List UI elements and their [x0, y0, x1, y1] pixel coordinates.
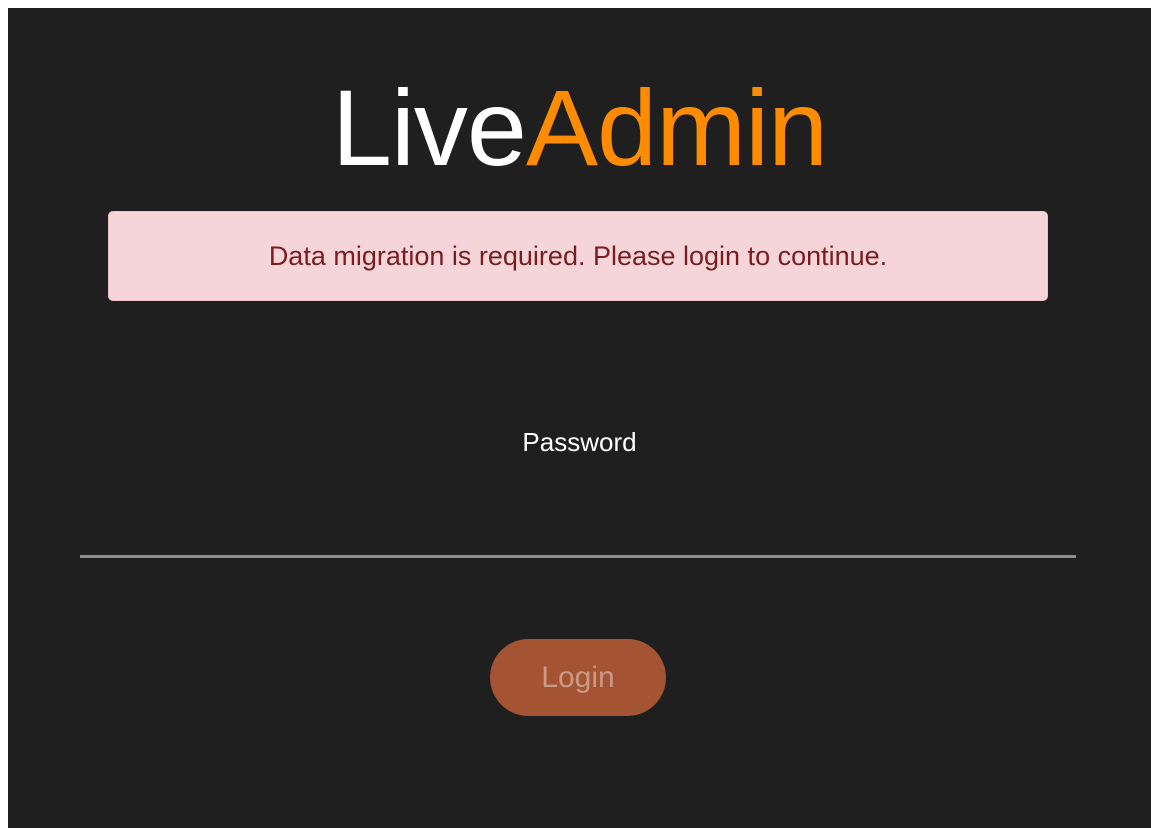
logo-text-admin: Admin	[526, 67, 828, 188]
logo-text-live: Live	[331, 67, 527, 188]
migration-alert: Data migration is required. Please login…	[108, 211, 1048, 301]
password-label: Password	[522, 427, 637, 457]
password-input[interactable]	[80, 498, 1076, 558]
alert-message: Data migration is required. Please login…	[268, 240, 888, 271]
app-logo: LiveAdmin	[8, 72, 1151, 184]
login-button[interactable]: Login	[490, 639, 666, 716]
login-page: LiveAdmin Data migration is required. Pl…	[8, 8, 1151, 828]
